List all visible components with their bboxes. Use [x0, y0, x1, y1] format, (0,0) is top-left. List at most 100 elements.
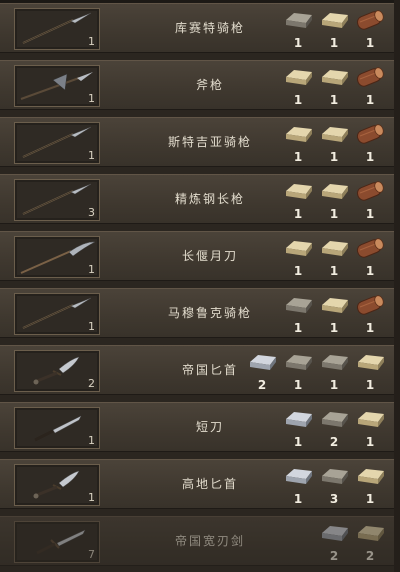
- spear-icon: 1: [14, 122, 100, 164]
- item-count: 7: [88, 548, 95, 561]
- recipe-row[interactable]: 1 高地匕首 1 3 1: [0, 459, 394, 509]
- material-costs: 1 3 1: [280, 463, 388, 507]
- material-quantity: 1: [293, 435, 303, 449]
- item-name: 短刀: [195, 420, 224, 434]
- iron-ingot-icon: 1: [280, 349, 316, 393]
- iron-ingot-icon: 1: [280, 7, 316, 51]
- item-name: 斧枪: [195, 78, 224, 92]
- steel-ingot-icon: 1: [316, 292, 352, 336]
- item-name: 长偃月刀: [181, 249, 238, 263]
- wood-log-icon: 1: [352, 235, 388, 279]
- steel-ingot-icon: 1: [352, 406, 388, 450]
- steel-ingot-icon: 1: [316, 178, 352, 222]
- material-costs: 1 1 1: [280, 64, 388, 108]
- item-name: 精炼钢长枪: [174, 192, 245, 206]
- recipe-row[interactable]: 1 斧枪 1 1 1: [0, 60, 394, 110]
- item-count: 1: [88, 263, 95, 276]
- material-costs: 1 1 1: [280, 121, 388, 165]
- knife-icon: 1: [14, 407, 100, 449]
- material-quantity: 2: [257, 378, 267, 392]
- material-quantity: 1: [329, 36, 339, 50]
- steel-ingot-icon: 1: [316, 64, 352, 108]
- item-count: 1: [88, 320, 95, 333]
- iron-ingot-icon: 1: [316, 349, 352, 393]
- item-count: 1: [88, 149, 95, 162]
- wood-log-icon: 1: [352, 7, 388, 51]
- iron-ingot-icon: 3: [316, 463, 352, 507]
- material-quantity: 1: [365, 321, 375, 335]
- recipe-row[interactable]: 1 库赛特骑枪 1 1 1: [0, 3, 394, 53]
- material-quantity: 1: [329, 150, 339, 164]
- item-name: 高地匕首: [181, 477, 238, 491]
- material-quantity: 1: [293, 93, 303, 107]
- material-quantity: 1: [329, 321, 339, 335]
- iron-ingot-icon: 2: [316, 406, 352, 450]
- material-quantity: 1: [365, 435, 375, 449]
- wood-log-icon: 1: [352, 121, 388, 165]
- material-quantity: 1: [329, 378, 339, 392]
- spear-icon: 1: [14, 293, 100, 335]
- material-costs: 1 1 1: [280, 7, 388, 51]
- dagger-icon: 2: [14, 350, 100, 392]
- recipe-row[interactable]: 1 斯特吉亚骑枪 1 1 1: [0, 117, 394, 167]
- material-costs: 1 1 1: [280, 178, 388, 222]
- material-quantity: 2: [329, 435, 339, 449]
- material-costs: 1 1 1: [280, 235, 388, 279]
- material-quantity: 1: [365, 93, 375, 107]
- material-quantity: 1: [365, 150, 375, 164]
- item-count: 1: [88, 35, 95, 48]
- recipe-row[interactable]: 3 精炼钢长枪 1 1 1: [0, 174, 394, 224]
- material-quantity: 1: [293, 321, 303, 335]
- recipe-row[interactable]: 1 短刀 1 2 1: [0, 402, 394, 452]
- material-quantity: 1: [329, 264, 339, 278]
- scrollbar-track[interactable]: [394, 0, 400, 572]
- item-count: 3: [88, 206, 95, 219]
- item-count: 1: [88, 434, 95, 447]
- glaive-icon: 1: [14, 236, 100, 278]
- item-name: 库赛特骑枪: [174, 21, 245, 35]
- steel-ingot-icon: 1: [316, 121, 352, 165]
- recipe-row[interactable]: 2 帝国匕首 2 1 1 1: [0, 345, 394, 395]
- material-quantity: 1: [365, 207, 375, 221]
- material-quantity: 1: [329, 207, 339, 221]
- steel-ingot-icon: 1: [316, 7, 352, 51]
- steel-ingot-icon: 1: [280, 178, 316, 222]
- material-quantity: 1: [293, 36, 303, 50]
- material-quantity: 1: [365, 492, 375, 506]
- steel-ingot-icon: 1: [280, 64, 316, 108]
- material-costs: 22: [316, 520, 388, 564]
- spear-icon: 1: [14, 8, 100, 50]
- item-count: 1: [88, 491, 95, 504]
- material-quantity: 3: [329, 492, 339, 506]
- fine-steel-ingot-icon: 2: [316, 520, 352, 564]
- item-count: 1: [88, 92, 95, 105]
- material-quantity: 1: [365, 264, 375, 278]
- steel-ingot-icon: 1: [316, 235, 352, 279]
- recipe-row[interactable]: 1 长偃月刀 1 1 1: [0, 231, 394, 281]
- iron-ingot-icon: 1: [280, 292, 316, 336]
- material-quantity: 2: [365, 549, 375, 563]
- steel-ingot-icon: 1: [280, 121, 316, 165]
- spear-icon: 3: [14, 179, 100, 221]
- material-quantity: 1: [365, 36, 375, 50]
- recipe-row[interactable]: 7 帝国宽刃剑 2 2: [0, 516, 394, 566]
- fine-steel-ingot-icon: 1: [280, 406, 316, 450]
- wood-log-icon: 1: [352, 64, 388, 108]
- fine-steel-ingot-icon: 2: [244, 349, 280, 393]
- steel-ingot-icon: 1: [280, 235, 316, 279]
- recipe-row[interactable]: 1 马穆鲁克骑枪 1 1 1: [0, 288, 394, 338]
- wood-log-icon: 1: [352, 292, 388, 336]
- halberd-icon: 1: [14, 65, 100, 107]
- steel-ingot-icon: 1: [352, 349, 388, 393]
- fine-steel-ingot-icon: 1: [280, 463, 316, 507]
- material-quantity: 2: [329, 549, 339, 563]
- steel-ingot-icon: 1: [352, 463, 388, 507]
- material-quantity: 1: [293, 207, 303, 221]
- dagger-icon: 1: [14, 464, 100, 506]
- material-quantity: 1: [365, 378, 375, 392]
- item-name: 斯特吉亚骑枪: [167, 135, 252, 149]
- material-quantity: 1: [293, 264, 303, 278]
- material-costs: 1 1 1: [280, 292, 388, 336]
- material-quantity: 1: [329, 93, 339, 107]
- wood-log-icon: 1: [352, 178, 388, 222]
